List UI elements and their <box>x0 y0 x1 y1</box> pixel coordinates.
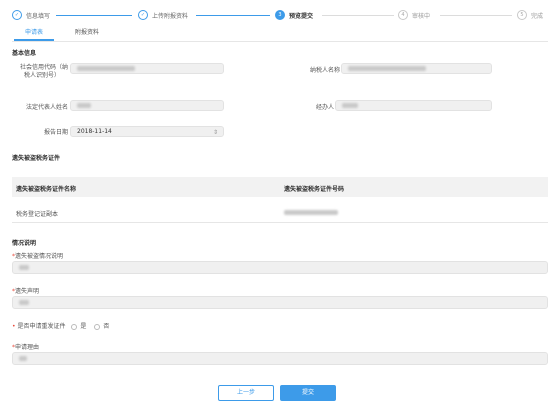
table-header-doc-name: 遗失被盗税务证件名称 <box>16 186 77 193</box>
table-cell-doc-name: 税务登记证副本 <box>16 211 59 218</box>
section-title-lost-docs: 遗失被盗税务证件 <box>12 155 61 162</box>
step-connector <box>440 15 512 16</box>
tab-attachments[interactable]: 附报资料 <box>62 27 112 39</box>
step-number: 4 <box>398 10 408 20</box>
report-date-picker[interactable]: 2018-11-14 ⇕ <box>70 126 224 137</box>
table-header-doc-number: 遗失被盗税务证件号码 <box>284 186 345 193</box>
step-connector <box>322 15 394 16</box>
handler-field[interactable] <box>335 100 492 111</box>
credit-code-field[interactable] <box>70 63 224 74</box>
step-connector <box>56 15 132 16</box>
handler-label: 经办人 <box>315 104 334 111</box>
stepper-arrows-icon[interactable]: ⇕ <box>213 128 218 137</box>
section-title-basic-info: 基本信息 <box>12 50 37 57</box>
loss-statement-label: *遗失声明 <box>12 288 40 295</box>
taxpayer-name-field[interactable] <box>341 63 492 74</box>
step-2: ✓ 上传附报资料 <box>138 10 188 20</box>
credit-code-label: 社会信用代码（纳 税人识别号） <box>19 64 68 79</box>
reissue-yes-option[interactable]: 是 <box>71 323 88 330</box>
step-done-icon: ✓ <box>12 10 22 20</box>
step-label: 完成 <box>531 12 544 20</box>
radio-icon[interactable] <box>94 323 101 330</box>
reason-field[interactable] <box>12 352 548 365</box>
loss-desc-field[interactable] <box>12 261 548 274</box>
table-row-divider <box>12 222 548 223</box>
step-4: 4 审核中 <box>398 10 430 20</box>
step-done-icon: ✓ <box>138 10 148 20</box>
step-number: 5 <box>517 10 527 20</box>
tab-divider <box>12 41 548 42</box>
submit-button[interactable]: 提交 <box>280 385 336 401</box>
loss-statement-field[interactable] <box>12 296 548 309</box>
reason-label: *申请理由 <box>12 344 40 351</box>
legal-rep-label: 法定代表人姓名 <box>25 104 68 111</box>
report-date-label: 报告日期 <box>43 129 68 136</box>
table-header-row <box>12 177 548 197</box>
previous-step-button[interactable]: 上一步 <box>218 385 274 401</box>
reissue-no-option[interactable]: 否 <box>94 323 109 330</box>
step-3: 3 预览提交 <box>275 10 313 20</box>
tab-application-form[interactable]: 申请表 <box>14 27 54 41</box>
loss-desc-label: *遗失被盗情况说明 <box>12 253 64 260</box>
step-number: 3 <box>275 10 285 20</box>
table-cell-doc-number <box>284 209 338 216</box>
step-label: 预览提交 <box>289 12 314 20</box>
radio-icon[interactable] <box>71 323 78 330</box>
step-label: 信息填写 <box>26 12 51 20</box>
step-1: ✓ 信息填写 <box>12 10 50 20</box>
step-connector <box>196 15 270 16</box>
taxpayer-name-label: 纳税人名称 <box>309 67 340 74</box>
step-5: 5 完成 <box>517 10 543 20</box>
reissue-question: • 是否申请重发证件 是 否 <box>12 323 110 330</box>
section-title-situation: 情况说明 <box>12 240 37 247</box>
report-date-value: 2018-11-14 <box>77 128 112 135</box>
step-label: 审核中 <box>412 12 431 20</box>
legal-rep-field[interactable] <box>70 100 224 111</box>
step-label: 上传附报资料 <box>152 12 189 20</box>
